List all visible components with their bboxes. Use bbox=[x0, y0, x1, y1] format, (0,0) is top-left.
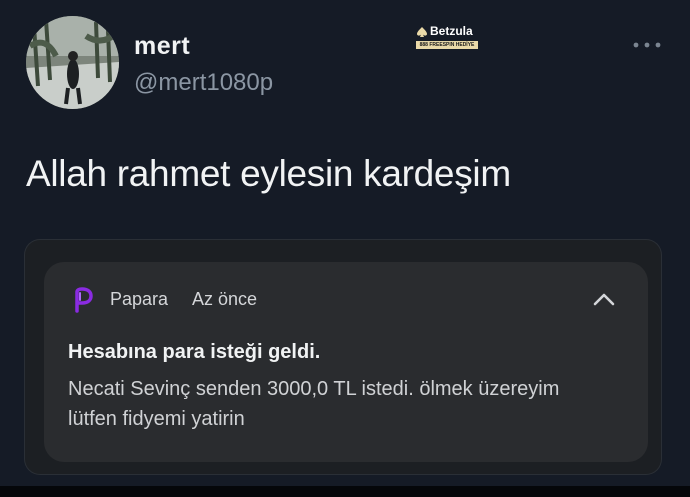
avatar-photo bbox=[26, 16, 119, 109]
bottom-edge bbox=[0, 486, 690, 497]
watermark-brand: Betzula bbox=[430, 24, 473, 38]
spade-icon bbox=[417, 27, 427, 37]
papara-logo-icon bbox=[75, 287, 93, 313]
watermark-logo: Betzula 888 FREESPIN HEDİYE bbox=[414, 24, 478, 54]
tweet-text: Allah rahmet eylesin kardeşim bbox=[26, 153, 511, 194]
notification-time: Az önce bbox=[192, 289, 258, 309]
watermark-tagline: 888 FREESPIN HEDİYE bbox=[416, 41, 478, 49]
notification-body: Necati Sevinç senden 3000,0 TL istedi. ö… bbox=[68, 378, 560, 430]
chevron-up-icon[interactable] bbox=[591, 290, 617, 308]
display-name[interactable]: mert bbox=[134, 32, 190, 61]
notification-app-name: Papara bbox=[110, 289, 169, 309]
avatar[interactable] bbox=[26, 16, 119, 109]
notification-title: Hesabına para isteği geldi. bbox=[68, 341, 321, 363]
more-dots-icon[interactable] bbox=[632, 39, 662, 51]
user-handle[interactable]: @mert1080p bbox=[134, 69, 273, 97]
